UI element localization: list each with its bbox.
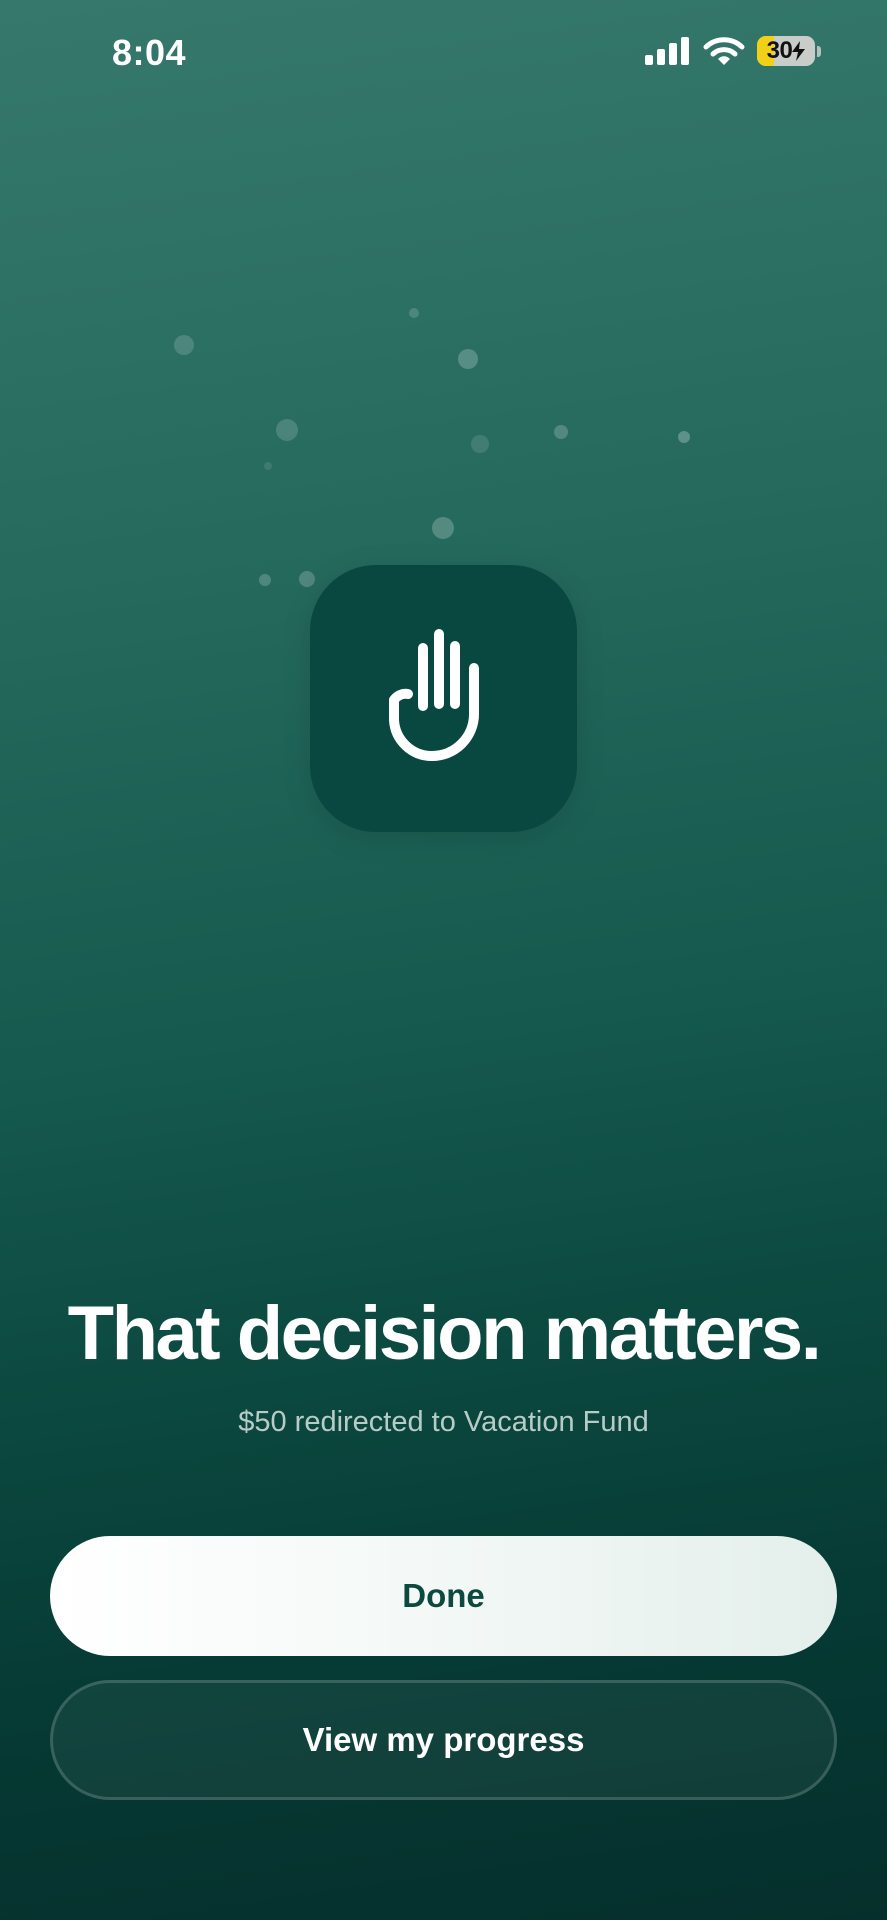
particle <box>458 349 478 369</box>
particle <box>299 571 315 587</box>
done-button[interactable]: Done <box>50 1536 837 1656</box>
view-progress-button[interactable]: View my progress <box>50 1680 837 1800</box>
particle <box>471 435 489 453</box>
particle <box>678 431 690 443</box>
particle <box>264 462 272 470</box>
particle <box>409 308 419 318</box>
subtitle: $50 redirected to Vacation Fund <box>238 1406 649 1438</box>
particle <box>259 574 271 586</box>
particle <box>554 425 568 439</box>
particle <box>276 419 298 441</box>
hero-icon-tile <box>310 565 577 832</box>
raised-hand-icon <box>388 628 479 761</box>
headline: That decision matters. <box>67 1291 822 1376</box>
particle <box>432 517 454 539</box>
particle <box>174 335 194 355</box>
